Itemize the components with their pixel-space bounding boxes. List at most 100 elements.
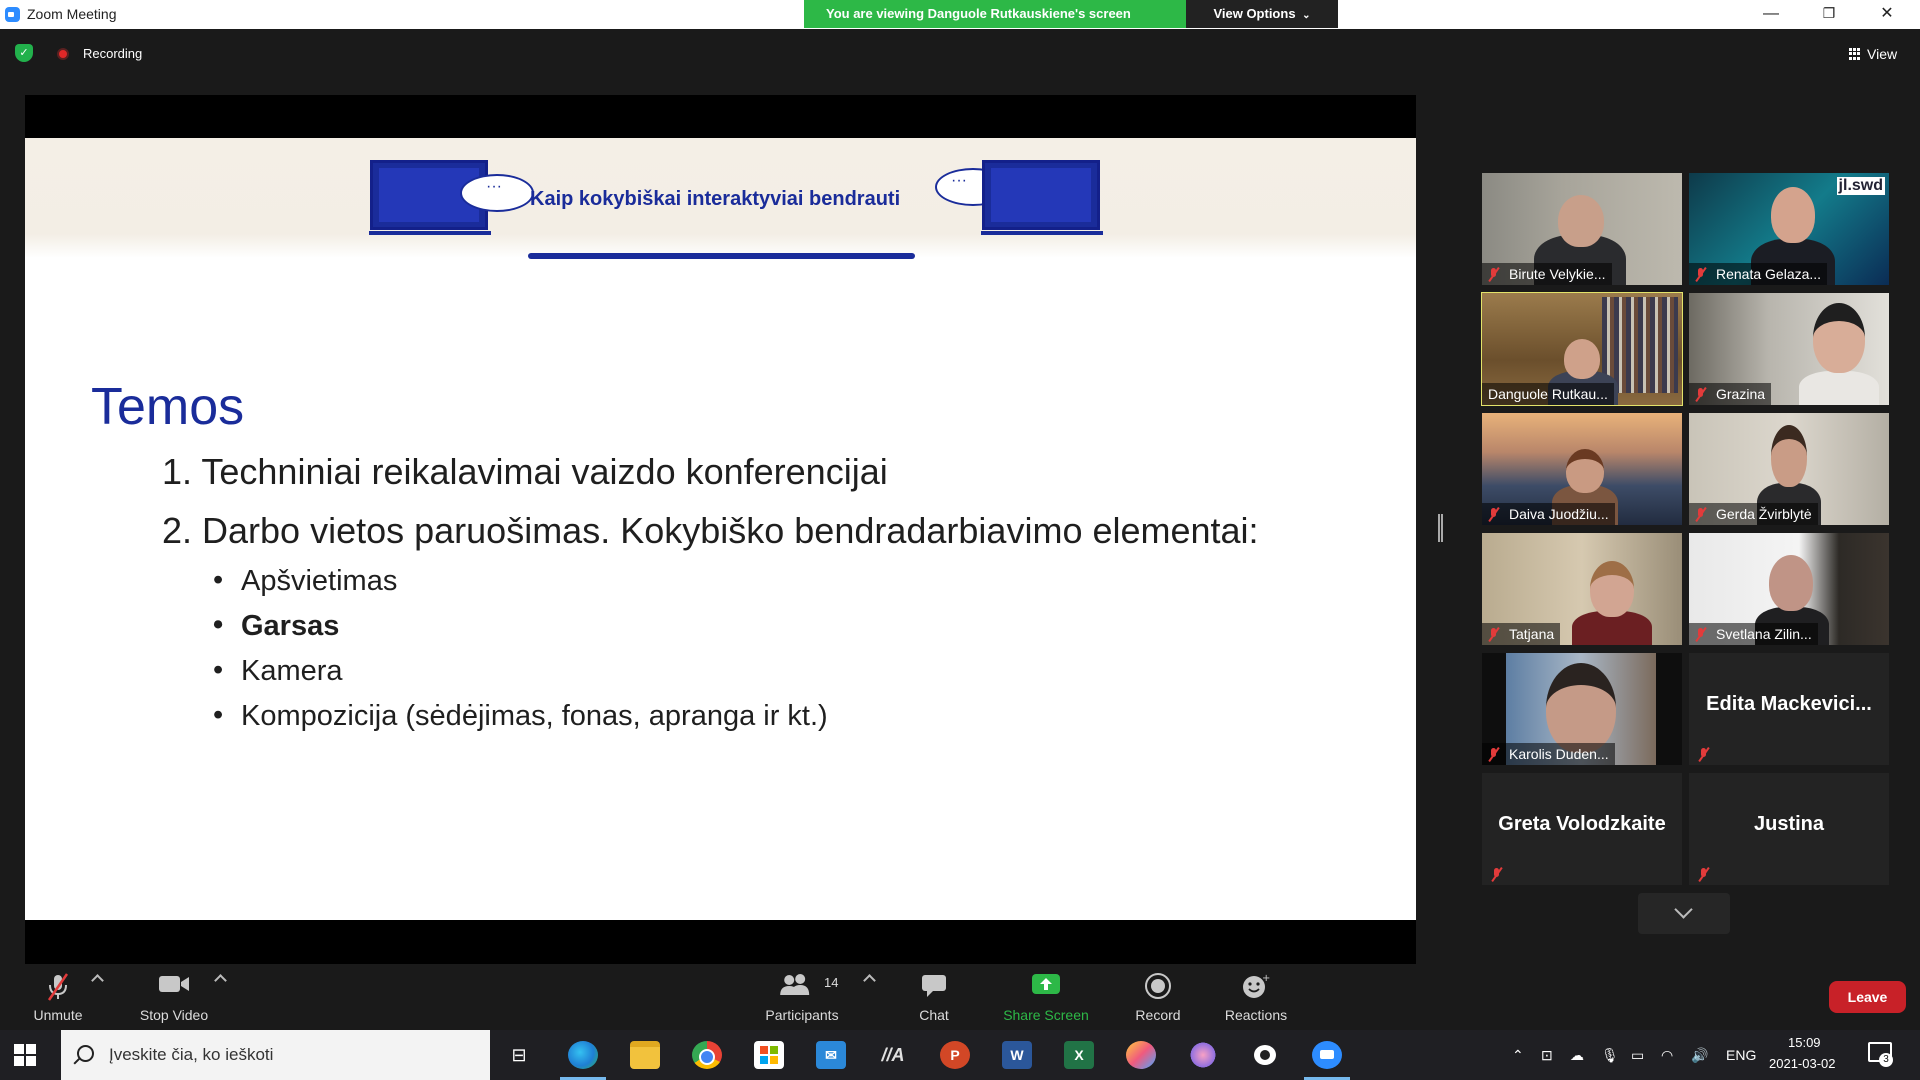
word-icon[interactable]: W <box>1002 1041 1032 1069</box>
slide-heading: Temos <box>91 378 245 436</box>
slide-header-underline <box>528 253 915 259</box>
share-screen-label: Share Screen <box>1003 1007 1089 1023</box>
participant-name: Tatjana <box>1482 623 1561 645</box>
notification-center-icon[interactable]: 3 <box>1868 1042 1893 1067</box>
slide-item-1: 1. Techniniai reikalavimai vaizdo konfer… <box>162 451 888 492</box>
search-icon <box>77 1045 94 1062</box>
recording-label: Recording <box>83 46 143 61</box>
clock-time[interactable]: 15:09 <box>1788 1035 1821 1050</box>
monitor-right-icon <box>981 160 1103 235</box>
file-explorer-icon[interactable] <box>630 1041 660 1069</box>
participant-tile[interactable]: Grazina <box>1689 293 1889 405</box>
search-placeholder: Įveskite čia, ko ieškoti <box>109 1045 274 1064</box>
stop-video-button[interactable]: Stop Video <box>128 964 220 1030</box>
slide-header-title: Kaip kokybiškai interaktyviai bendrauti <box>530 188 901 210</box>
clock-date[interactable]: 2021-03-02 <box>1769 1056 1836 1071</box>
meeting-toolbar: Unmute Stop Video 14 Participants Chat S… <box>0 964 1920 1030</box>
mic-muted-icon <box>1487 267 1501 281</box>
chrome-browser-icon[interactable] <box>692 1041 722 1069</box>
restore-button[interactable]: ❐ <box>1806 0 1852 29</box>
participant-tile[interactable]: Greta Volodzkaite <box>1482 773 1682 885</box>
mic-muted-icon <box>1697 747 1711 761</box>
share-screen-button[interactable]: Share Screen <box>996 964 1096 1030</box>
slide-item-2: 2. Darbo vietos paruošimas. Kokybiško be… <box>162 510 1259 551</box>
powerpoint-icon[interactable]: P <box>940 1041 970 1069</box>
participant-tile[interactable]: jl.swd Renata Gelaza... <box>1689 173 1889 285</box>
microphone-tray-icon[interactable]: 🎙 <box>1601 1047 1619 1064</box>
close-button[interactable]: ✕ <box>1864 0 1910 29</box>
window-title: Zoom Meeting <box>27 6 117 22</box>
meeting-top-bar: ✓ Recording View <box>0 29 1920 79</box>
viewing-banner-text: You are viewing Danguole Rutkauskiene's … <box>826 6 1131 21</box>
participants-label: Participants <box>765 1007 839 1023</box>
view-button[interactable]: View <box>1838 42 1908 66</box>
mic-muted-icon <box>1487 747 1501 761</box>
record-button[interactable]: Record <box>1126 964 1190 1030</box>
participant-tile[interactable]: Gerda Žvirblytė <box>1689 413 1889 525</box>
reactions-button[interactable]: + Reactions <box>1220 964 1292 1030</box>
participant-tile[interactable]: Tatjana <box>1482 533 1682 645</box>
participant-tile[interactable]: Daiva Juodžiu... <box>1482 413 1682 525</box>
reactions-smiley-icon: + <box>1243 973 1270 998</box>
onedrive-cloud-icon[interactable]: ☁ <box>1570 1047 1584 1064</box>
unmute-label: Unmute <box>33 1007 83 1023</box>
taskbar-search-box[interactable]: Įveskite čia, ko ieškoti <box>61 1030 490 1080</box>
excel-icon[interactable]: X <box>1064 1041 1094 1069</box>
input-language[interactable]: ENG <box>1726 1047 1756 1063</box>
chat-label: Chat <box>919 1007 949 1023</box>
mic-muted-icon <box>1487 627 1501 641</box>
view-options-label: View Options <box>1213 6 1296 21</box>
mail-icon[interactable]: ✉ <box>816 1041 846 1069</box>
app-a-icon[interactable]: //A <box>878 1041 908 1069</box>
battery-icon[interactable]: ▭ <box>1631 1047 1644 1064</box>
zoom-taskbar-icon[interactable] <box>1312 1041 1342 1069</box>
record-label: Record <box>1135 1007 1181 1023</box>
stop-video-label: Stop Video <box>139 1007 209 1023</box>
shared-screen: ··· ··· Kaip kokybiškai interaktyviai be… <box>25 95 1416 964</box>
wifi-icon[interactable]: ◠ <box>1661 1047 1673 1064</box>
grid-view-icon <box>1849 48 1861 60</box>
participant-name: Danguole Rutkau... <box>1482 383 1614 405</box>
participant-name: Renata Gelaza... <box>1689 263 1828 285</box>
panel-resize-handle[interactable] <box>1438 514 1443 542</box>
leave-button[interactable]: Leave <box>1829 981 1906 1013</box>
obs-icon[interactable] <box>1250 1041 1280 1069</box>
gallery-next-page-button[interactable] <box>1638 893 1730 934</box>
recording-dot-icon <box>57 48 69 60</box>
chat-bubble-icon <box>922 975 946 997</box>
slide-bullet: • Garsas <box>213 609 340 642</box>
participant-tile-active-speaker[interactable]: Danguole Rutkau... <box>1481 292 1683 406</box>
show-hidden-icons-chevron-icon[interactable]: ⌃ <box>1512 1047 1524 1064</box>
participant-name: Svetlana Zilin... <box>1689 623 1818 645</box>
mic-muted-icon <box>1694 267 1708 281</box>
security-shield-icon[interactable]: ✓ <box>15 44 33 62</box>
mic-muted-icon <box>1487 507 1501 521</box>
camera-tray-icon[interactable]: ⊡ <box>1541 1047 1553 1064</box>
minimize-button[interactable]: — <box>1748 0 1794 29</box>
snip-sketch-icon[interactable] <box>1188 1041 1218 1069</box>
view-options-button[interactable]: View Options ⌄ <box>1186 0 1338 28</box>
chat-button[interactable]: Chat <box>902 964 966 1030</box>
mic-muted-icon <box>1697 867 1711 881</box>
participants-options-chevron-icon[interactable] <box>863 974 876 987</box>
participant-tile[interactable]: Svetlana Zilin... <box>1689 533 1889 645</box>
windows-start-icon[interactable] <box>14 1044 36 1066</box>
volume-icon[interactable]: 🔊 <box>1691 1047 1708 1064</box>
participant-tile[interactable]: Edita Mackevici... <box>1689 653 1889 765</box>
speech-bubble-left-icon: ··· <box>460 174 534 212</box>
slide-bullet: • Apšvietimas <box>213 564 398 597</box>
participant-tile[interactable]: Birute Velykie... <box>1482 173 1682 285</box>
store-icon[interactable] <box>754 1041 784 1069</box>
paint-icon[interactable] <box>1126 1041 1156 1069</box>
participant-tile[interactable]: Karolis Duden... <box>1482 653 1682 765</box>
task-view-icon[interactable]: ⊟ <box>504 1041 534 1069</box>
participants-icon <box>780 974 810 995</box>
mic-muted-icon <box>1490 867 1504 881</box>
participants-button[interactable]: 14 Participants <box>756 964 848 1030</box>
participant-tile[interactable]: Justina <box>1689 773 1889 885</box>
edge-browser-icon[interactable] <box>568 1041 598 1069</box>
presentation-slide: ··· ··· Kaip kokybiškai interaktyviai be… <box>25 138 1416 920</box>
unmute-button[interactable]: Unmute <box>16 964 100 1030</box>
view-label: View <box>1867 46 1898 62</box>
record-icon <box>1145 973 1171 999</box>
